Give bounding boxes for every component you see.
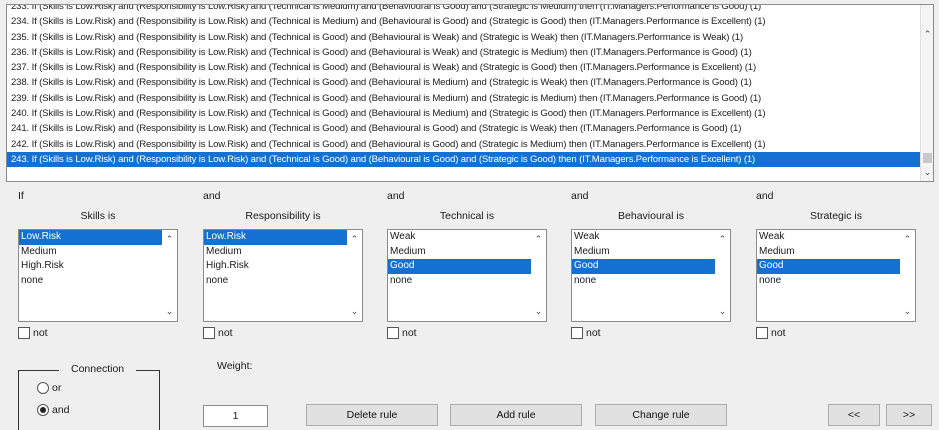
add-rule-button[interactable]: Add rule <box>450 404 582 426</box>
previous-button[interactable]: << <box>828 404 880 426</box>
not-checkbox[interactable]: not <box>18 327 48 341</box>
listbox-option[interactable]: none <box>19 274 162 289</box>
connection-group: Connection or and <box>18 363 160 430</box>
variable-label: Strategic is <box>810 210 862 222</box>
weight-label: Weight: <box>217 360 253 372</box>
listbox-option[interactable]: Good <box>572 259 715 274</box>
listbox-option[interactable]: Medium <box>572 245 715 260</box>
conjunction-label: and <box>387 190 405 202</box>
rule-list-item[interactable]: 233. If (Skills is Low.Risk) and (Respon… <box>7 5 920 14</box>
listbox-scrollbar[interactable]: ⌃ ⌄ <box>162 230 177 321</box>
rule-list-item[interactable]: 237. If (Skills is Low.Risk) and (Respon… <box>7 60 920 75</box>
listbox-option[interactable]: none <box>204 274 347 289</box>
listbox-option[interactable]: Low.Risk <box>204 230 347 245</box>
listbox-option[interactable]: none <box>757 274 900 289</box>
listbox-option[interactable]: High.Risk <box>19 259 162 274</box>
change-rule-button[interactable]: Change rule <box>595 404 727 426</box>
listbox-option[interactable]: Medium <box>19 245 162 260</box>
scroll-up-arrow-icon[interactable]: ⌃ <box>900 234 915 245</box>
scroll-up-arrow-icon[interactable]: ⌃ <box>531 234 546 245</box>
and-label: and <box>52 404 70 416</box>
checkbox-box[interactable] <box>756 327 768 340</box>
not-checkbox[interactable]: not <box>571 327 601 341</box>
scroll-up-arrow-icon[interactable]: ⌃ <box>715 234 730 245</box>
not-label: not <box>586 327 601 339</box>
not-checkbox[interactable]: not <box>756 327 786 341</box>
variable-label: Responsibility is <box>245 210 321 222</box>
rule-list-item[interactable]: 239. If (Skills is Low.Risk) and (Respon… <box>7 91 920 106</box>
radio-circle-icon[interactable] <box>37 404 49 417</box>
not-label: not <box>218 327 233 339</box>
listbox-option[interactable]: none <box>388 274 531 289</box>
checkbox-box[interactable] <box>18 327 30 340</box>
not-label: not <box>33 327 48 339</box>
scrollbar-thumb[interactable] <box>923 153 932 163</box>
checkbox-box[interactable] <box>387 327 399 340</box>
variable-label: Skills is <box>80 210 116 222</box>
rule-list-item[interactable]: 235. If (Skills is Low.Risk) and (Respon… <box>7 30 920 45</box>
variable-label: Technical is <box>439 210 495 222</box>
conjunction-label: and <box>756 190 774 202</box>
scroll-down-arrow-icon[interactable]: ⌄ <box>531 306 546 317</box>
not-label: not <box>771 327 786 339</box>
listbox-scrollbar[interactable]: ⌃ ⌄ <box>531 230 546 321</box>
not-label: not <box>402 327 417 339</box>
or-radio[interactable]: or <box>37 382 62 395</box>
listbox-scrollbar[interactable]: ⌃ ⌄ <box>347 230 362 321</box>
listbox-option[interactable]: High.Risk <box>204 259 347 274</box>
listbox-option[interactable]: Medium <box>204 245 347 260</box>
rule-list-item[interactable]: 236. If (Skills is Low.Risk) and (Respon… <box>7 45 920 60</box>
listbox-option[interactable]: Medium <box>388 245 531 260</box>
checkbox-box[interactable] <box>571 327 583 340</box>
conjunction-label: and <box>203 190 221 202</box>
rule-list-item[interactable]: 241. If (Skills is Low.Risk) and (Respon… <box>7 121 920 136</box>
behavioural-listbox[interactable]: Weak Medium Good none ⌃ ⌄ <box>571 229 731 322</box>
scroll-down-arrow-icon[interactable]: ⌄ <box>347 306 362 317</box>
listbox-option[interactable]: Medium <box>757 245 900 260</box>
rule-list-item[interactable]: 240. If (Skills is Low.Risk) and (Respon… <box>7 106 920 121</box>
scroll-up-arrow-icon[interactable]: ⌃ <box>921 27 933 41</box>
rule-list-item[interactable]: 243. If (Skills is Low.Risk) and (Respon… <box>7 151 920 168</box>
rule-list-scrollbar[interactable]: ⌃ ⌄ <box>920 5 933 181</box>
scroll-down-arrow-icon[interactable]: ⌄ <box>715 306 730 317</box>
listbox-option[interactable]: Good <box>388 259 531 274</box>
scroll-down-arrow-icon[interactable]: ⌄ <box>162 306 177 317</box>
scroll-up-arrow-icon[interactable]: ⌃ <box>347 234 362 245</box>
listbox-option[interactable]: Weak <box>572 230 715 245</box>
strategic-listbox[interactable]: Weak Medium Good none ⌃ ⌄ <box>756 229 916 322</box>
listbox-option[interactable]: Low.Risk <box>19 230 162 245</box>
listbox-option[interactable]: none <box>572 274 715 289</box>
rule-list-item[interactable]: 238. If (Skills is Low.Risk) and (Respon… <box>7 75 920 90</box>
scroll-down-arrow-icon[interactable]: ⌄ <box>921 165 933 179</box>
scroll-up-arrow-icon[interactable]: ⌃ <box>162 234 177 245</box>
rule-list-items: 233. If (Skills is Low.Risk) and (Respon… <box>7 5 920 168</box>
rule-list-item[interactable]: 242. If (Skills is Low.Risk) and (Respon… <box>7 137 920 152</box>
listbox-scrollbar[interactable]: ⌃ ⌄ <box>715 230 730 321</box>
variable-label: Behavioural is <box>618 210 684 222</box>
listbox-option[interactable]: Good <box>757 259 900 274</box>
radio-circle-icon[interactable] <box>37 382 49 395</box>
listbox-option[interactable]: Weak <box>388 230 531 245</box>
listbox-option[interactable]: Weak <box>757 230 900 245</box>
connection-title: Connection <box>59 363 137 375</box>
and-radio[interactable]: and <box>37 404 70 417</box>
scroll-down-arrow-icon[interactable]: ⌄ <box>900 306 915 317</box>
technical-listbox[interactable]: Weak Medium Good none ⌃ ⌄ <box>387 229 547 322</box>
delete-rule-button[interactable]: Delete rule <box>306 404 438 426</box>
weight-input[interactable]: 1 <box>203 405 268 427</box>
rule-list-item[interactable]: 234. If (Skills is Low.Risk) and (Respon… <box>7 14 920 29</box>
conjunction-label: If <box>18 190 24 202</box>
conjunction-label: and <box>571 190 589 202</box>
responsibility-listbox[interactable]: Low.Risk Medium High.Risk none ⌃ ⌄ <box>203 229 363 322</box>
skills-listbox[interactable]: Low.Risk Medium High.Risk none ⌃ ⌄ <box>18 229 178 322</box>
not-checkbox[interactable]: not <box>387 327 417 341</box>
rule-list[interactable]: 233. If (Skills is Low.Risk) and (Respon… <box>6 4 934 182</box>
or-label: or <box>52 382 62 394</box>
next-button[interactable]: >> <box>886 404 932 426</box>
not-checkbox[interactable]: not <box>203 327 233 341</box>
checkbox-box[interactable] <box>203 327 215 340</box>
listbox-scrollbar[interactable]: ⌃ ⌄ <box>900 230 915 321</box>
